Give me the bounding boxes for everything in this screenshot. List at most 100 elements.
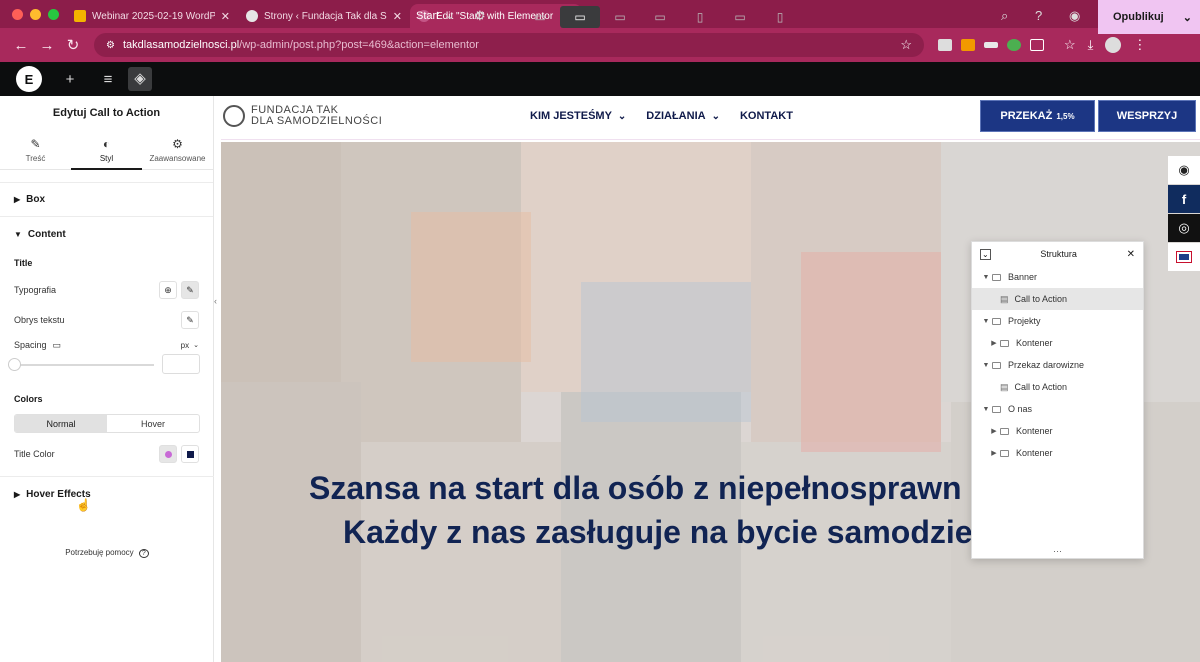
tablet-landscape-icon[interactable]: ▭ [640,6,680,28]
color-extension-icon[interactable] [1007,39,1021,51]
section-content[interactable]: ▼ Content [0,217,213,252]
nav-item-dzialania[interactable]: DZIAŁANIA ⌄ [646,110,720,122]
site-info-icon[interactable]: ⚙ [106,40,115,51]
close-tab-icon[interactable]: ✕ [221,10,230,23]
mobile-landscape-icon[interactable]: ▭ [720,6,760,28]
spacing-number-input[interactable] [162,354,200,374]
structure-item[interactable]: ▼ O nas [972,398,1143,420]
facebook-icon[interactable]: f [1168,185,1200,213]
slider-handle[interactable] [8,358,21,371]
globe-icon[interactable]: ⊕ [159,281,177,299]
structure-item[interactable]: ▤ Call to Action [972,288,1143,310]
laptop-icon[interactable]: ▭ [600,6,640,28]
structure-item[interactable]: ▼ Projekty [972,310,1143,332]
maximize-window-button[interactable] [48,8,59,20]
orange-extension-icon[interactable] [961,39,975,51]
donate-percent: 1,5% [1056,111,1075,121]
browser-tab-strony[interactable]: Strony ‹ Fundacja Tak dla Sa ✕ [238,4,410,28]
caret-down-icon[interactable]: ▼ [980,406,992,413]
site-logo[interactable]: FUNDACJA TAK DLA SAMODZIELNOŚCI [223,105,382,127]
caret-right-icon: ▶ [14,489,21,499]
close-icon[interactable]: ✕ [1127,249,1135,260]
donate-button[interactable]: PRZEKAŻ 1,5% [980,100,1095,132]
puzzle-icon[interactable] [1030,39,1044,51]
close-window-button[interactable] [12,8,23,20]
structure-item[interactable]: ▶ Kontener [972,420,1143,442]
unit-select[interactable]: px [181,341,189,350]
desktop-device-icon[interactable]: ▭ [53,340,62,351]
structure-header: ⌄ Struktura ✕ [972,242,1143,266]
hero-title[interactable]: Szansa na start dla osób z niepełnospraw… [309,470,962,507]
structure-item[interactable]: ▤ Call to Action [972,376,1143,398]
state-toggle: Normal Hover [14,414,200,433]
publish-button[interactable]: Opublikuj ⌄ [1098,0,1200,34]
menu-dots-icon[interactable]: ⋮ [1133,37,1146,53]
camera-extension-icon[interactable] [938,39,952,51]
container-icon [992,361,1001,369]
desktop-icon[interactable]: ▭ [560,6,600,28]
accessibility-eye-icon[interactable]: ◉ [1168,156,1200,184]
caret-right-icon[interactable]: ▶ [988,339,1000,347]
back-button[interactable]: ← [8,37,34,54]
colors-heading: Colors [14,394,43,404]
structure-item[interactable]: ▼ Przekaz darowizne [972,354,1143,376]
preview-eye-icon[interactable]: ◉ [1069,8,1080,24]
add-element-icon[interactable]: + [60,71,80,88]
bookmarks-icon[interactable]: ☆ [1064,37,1076,53]
bookmark-star-icon[interactable]: ☆ [900,37,912,53]
support-button[interactable]: WESPRZYJ [1098,100,1196,132]
caret-down-icon[interactable]: ▼ [980,274,992,281]
hero-subtitle[interactable]: Każdy z nas zasługuje na bycie samodzie [343,514,973,551]
slides-icon [74,10,86,22]
profile-avatar[interactable] [1105,37,1122,53]
address-bar[interactable]: ⚙ takdlasamodzielnosci.pl/wp-admin/post.… [94,33,924,57]
structure-icon[interactable]: ◈ [128,67,152,91]
caret-right-icon[interactable]: ▶ [988,449,1000,457]
tab-advanced[interactable]: ⚙ Zaawansowane [142,130,213,169]
forward-button[interactable]: → [34,37,60,54]
site-settings-icon[interactable]: ≡ [98,71,118,88]
pencil-edit-icon[interactable]: ✎ [181,311,199,329]
panel-title: Edytuj Call to Action [52,107,161,119]
browser-tab-webinar[interactable]: Webinar 2025-02-19 WordPr ✕ [66,4,238,28]
logo-mark-icon [223,105,245,127]
structure-item[interactable]: ▶ Kontener [972,442,1143,464]
page-selector[interactable]: Start ⌄ [416,9,454,22]
help-link[interactable]: Potrzebuję pomocy ? [0,548,214,558]
search-icon[interactable]: ⌕ [1001,8,1008,24]
nav-item-kontakt[interactable]: KONTAKT [740,110,793,122]
structure-item[interactable]: ▶ Kontener [972,332,1143,354]
download-icon[interactable]: ⤓ [1088,37,1094,53]
section-box[interactable]: ▶ Box [0,182,213,217]
section-hover-effects[interactable]: ▶ Hover Effects [0,476,214,511]
color-swatch-button[interactable] [181,445,199,463]
mobile-icon[interactable]: ▯ [760,6,800,28]
structure-item[interactable]: ▼ Banner [972,266,1143,288]
logo-text: FUNDACJA TAK DLA SAMODZIELNOŚCI [251,105,382,127]
spacing-slider[interactable] [8,358,154,371]
global-colors-icon[interactable] [159,445,177,463]
pencil-edit-icon[interactable]: ✎ [181,281,199,299]
instagram-icon[interactable]: ◎ [1168,214,1200,242]
state-normal-tab[interactable]: Normal [15,415,107,432]
caret-down-icon[interactable]: ▼ [980,362,992,369]
uk-flag-icon[interactable] [1168,243,1200,271]
collapse-structure-icon[interactable]: ⌄ [980,248,991,260]
page-settings-gear-icon[interactable]: ⚙ [474,8,486,24]
tablet-icon[interactable]: ▯ [680,6,720,28]
resize-handle[interactable]: ··· [972,547,1143,558]
tab-style[interactable]: ◐ Styl [71,130,142,170]
help-icon[interactable]: ? [1035,8,1042,23]
close-tab-icon[interactable]: ✕ [393,10,402,23]
tab-content[interactable]: ✎ Treść [0,130,71,169]
desktop-wide-icon[interactable]: ▭ [520,6,560,28]
nav-item-kim-jestesmy[interactable]: KIM JESTEŚMY ⌄ [530,110,626,122]
flag-extension-icon[interactable] [984,42,998,48]
chevron-down-icon[interactable]: ⌄ [1183,11,1192,24]
caret-right-icon[interactable]: ▶ [988,427,1000,435]
minimize-window-button[interactable] [30,8,41,20]
state-hover-tab[interactable]: Hover [107,415,199,432]
elementor-logo-icon[interactable]: E [16,66,42,92]
reload-button[interactable]: ↻ [60,36,86,54]
caret-down-icon[interactable]: ▼ [980,318,992,325]
